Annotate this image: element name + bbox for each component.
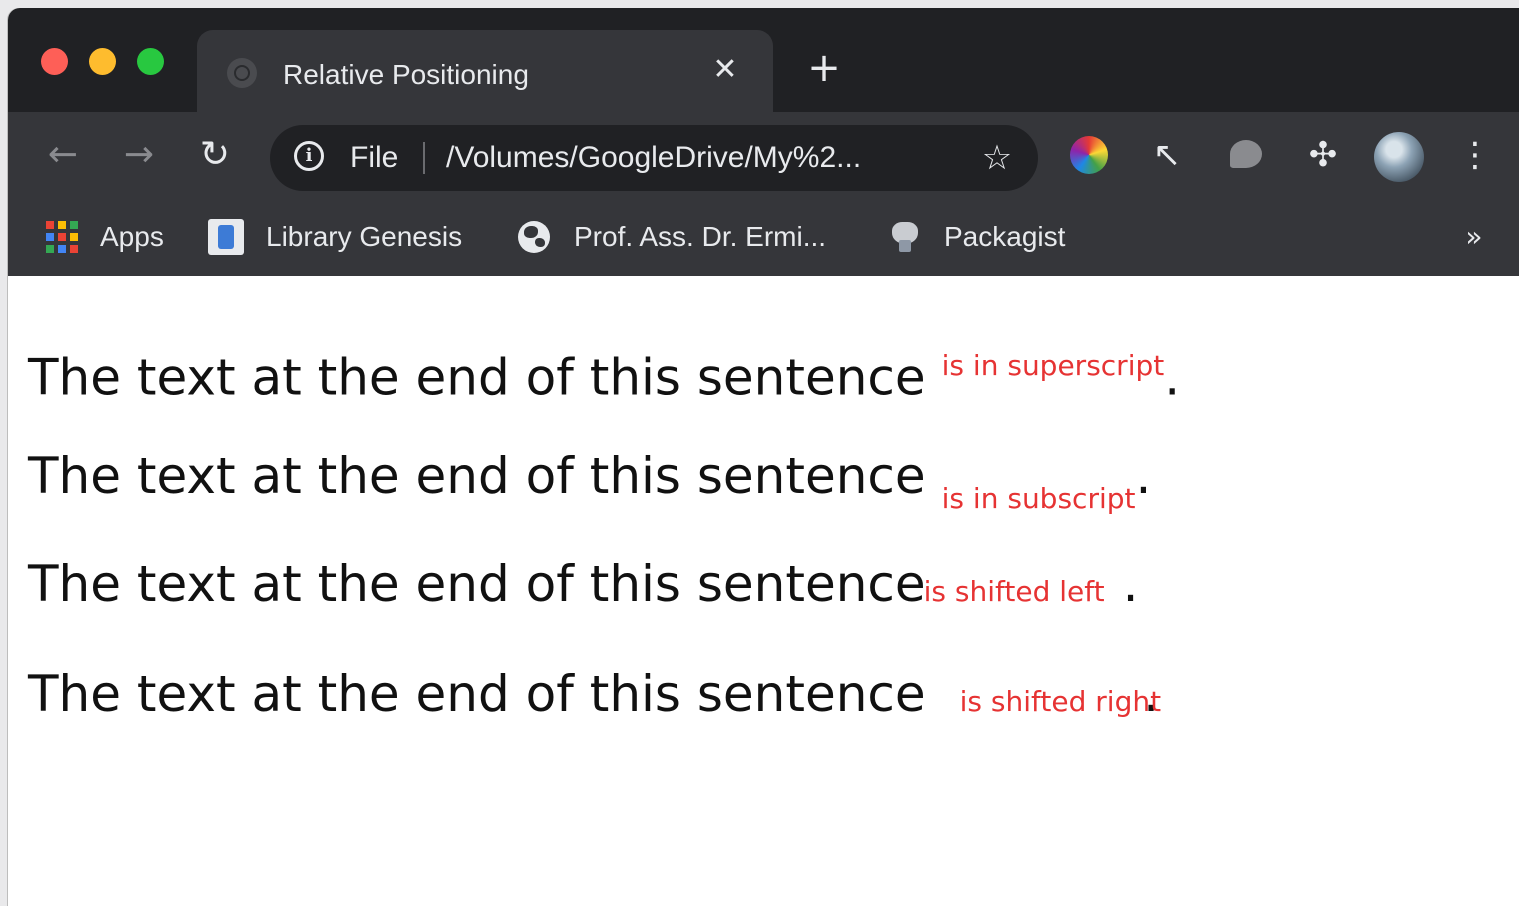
- info-icon[interactable]: i: [294, 141, 324, 171]
- minimize-window-button[interactable]: [89, 48, 116, 75]
- shifted-right-text: is shifted right: [959, 685, 1162, 718]
- url-text[interactable]: /Volumes/GoogleDrive/My%2...: [446, 141, 861, 175]
- apps-grid-icon: [46, 221, 78, 253]
- bookmark-apps[interactable]: Apps: [46, 218, 164, 256]
- sentence-superscript: The text at the end of this sentence is i…: [28, 336, 1180, 408]
- sentence-period: .: [1122, 555, 1139, 613]
- bookmark-star-icon[interactable]: ☆: [976, 137, 1018, 179]
- sentence-text: The text at the end of this sentence: [28, 665, 926, 723]
- close-tab-icon[interactable]: ✕: [707, 52, 743, 88]
- sentence-period: .: [1135, 447, 1152, 505]
- bookmark-label: Apps: [100, 221, 164, 252]
- extensions-puzzle-icon[interactable]: ✣: [1302, 134, 1344, 176]
- library-genesis-icon: [208, 219, 244, 255]
- browser-menu-icon[interactable]: ⋮: [1458, 134, 1492, 176]
- subscript-text: is in subscript: [941, 482, 1136, 516]
- close-window-button[interactable]: [41, 48, 68, 75]
- sentence-text: The text at the end of this sentence: [28, 555, 926, 613]
- address-separator: [423, 142, 425, 174]
- tab-relative-positioning[interactable]: Relative Positioning ✕: [197, 30, 773, 112]
- bookmark-library-genesis[interactable]: Library Genesis: [208, 218, 462, 256]
- bookmarks-bar: Apps Library Genesis Prof. Ass. Dr. Ermi…: [8, 198, 1519, 276]
- cursor-extension-icon[interactable]: ↖: [1146, 134, 1188, 176]
- globe-icon: [227, 58, 257, 88]
- sentence-subscript: The text at the end of this sentence is i…: [28, 446, 1151, 529]
- sentence-text: The text at the end of this sentence: [28, 447, 926, 505]
- bookmarks-overflow-icon[interactable]: »: [1456, 218, 1492, 256]
- bookmark-prof-ermi[interactable]: Prof. Ass. Dr. Ermi...: [518, 218, 826, 256]
- globe-icon: [518, 221, 550, 253]
- tab-title: Relative Positioning: [283, 59, 529, 90]
- sentence-text: The text at the end of this sentence: [28, 348, 926, 407]
- reload-icon[interactable]: ↻: [194, 134, 236, 176]
- file-scheme-label: File: [350, 141, 399, 174]
- shifted-left-text: is shifted left: [923, 575, 1105, 608]
- browser-window: Relative Positioning ✕ + ← → ↻ i File /V…: [8, 8, 1519, 906]
- maximize-window-button[interactable]: [137, 48, 164, 75]
- back-arrow-icon[interactable]: ←: [42, 134, 84, 176]
- superscript-text: is in superscript: [941, 349, 1165, 382]
- bookmark-label: Prof. Ass. Dr. Ermi...: [574, 221, 827, 252]
- forward-arrow-icon[interactable]: →: [118, 134, 160, 176]
- toolbar: ← → ↻ i File /Volumes/GoogleDrive/My%2..…: [8, 112, 1519, 198]
- page-content: The text at the end of this sentence is i…: [8, 276, 1519, 906]
- sentence-shifted-right: The text at the end of this sentence is s…: [28, 664, 1162, 732]
- sentence-period: .: [1164, 348, 1181, 407]
- packagist-icon: [888, 220, 922, 254]
- tab-strip: Relative Positioning ✕ +: [8, 8, 1519, 112]
- address-bar[interactable]: i File /Volumes/GoogleDrive/My%2... ☆: [270, 125, 1038, 191]
- profile-avatar[interactable]: [1374, 132, 1424, 182]
- bookmark-label: Library Genesis: [266, 221, 463, 252]
- new-tab-button[interactable]: +: [804, 48, 844, 88]
- speech-bubble-extension-icon[interactable]: [1230, 140, 1262, 168]
- color-picker-extension-icon[interactable]: [1070, 136, 1108, 174]
- bookmark-label: Packagist: [944, 221, 1066, 252]
- bookmark-packagist[interactable]: Packagist: [888, 218, 1065, 256]
- sentence-shifted-left: The text at the end of this sentenceis s…: [28, 554, 1139, 622]
